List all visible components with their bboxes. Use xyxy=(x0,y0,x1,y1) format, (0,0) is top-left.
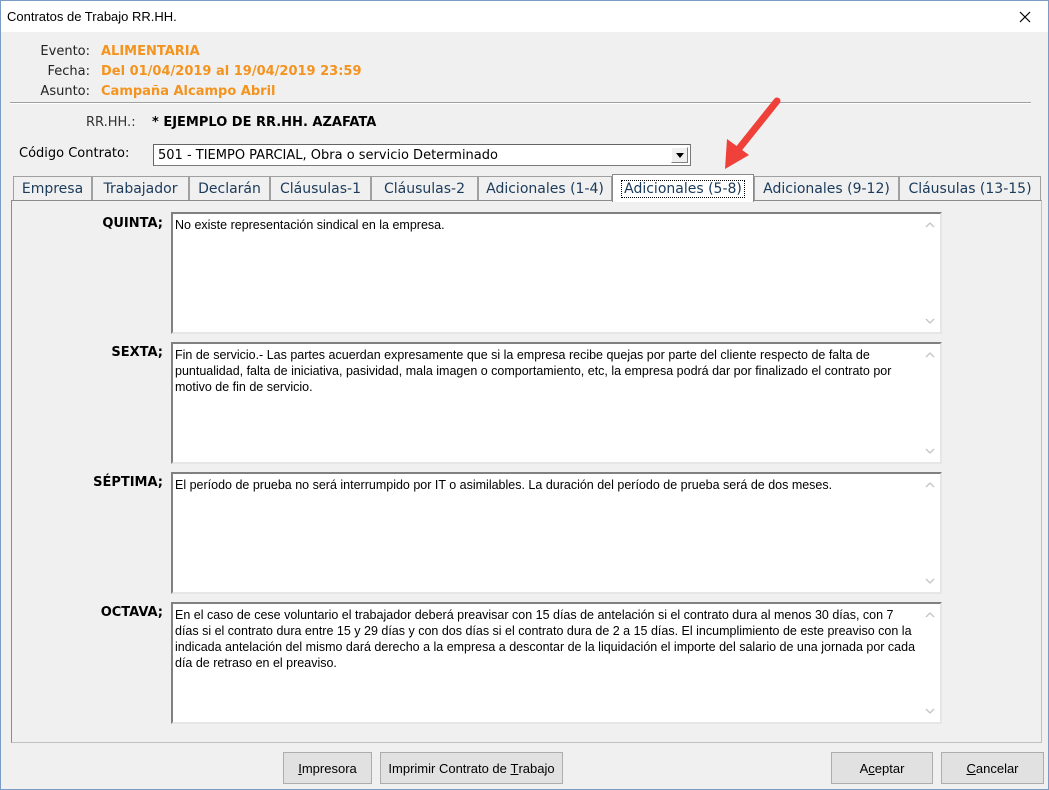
evento-value: ALIMENTARIA xyxy=(101,44,200,59)
tab-clausulas-13-15[interactable]: Cláusulas (13-15) xyxy=(899,176,1041,201)
cancelar-button[interactable]: Cancelar xyxy=(941,752,1044,784)
quinta-label: QUINTA; xyxy=(102,216,163,231)
tab-label: Cláusulas (13-15) xyxy=(908,181,1032,197)
scroll-down-icon[interactable] xyxy=(924,446,936,456)
octava-label: OCTAVA; xyxy=(100,605,163,620)
quinta-textarea[interactable]: No existe representación sindical en la … xyxy=(171,212,942,334)
sexta-textarea[interactable]: Fin de servicio.- Las partes acuerdan ex… xyxy=(171,342,942,464)
button-label-pre: A xyxy=(859,760,869,776)
codigo-contrato-label: Código Contrato: xyxy=(19,146,130,161)
imprimir-contrato-button[interactable]: Imprimir Contrato de Trabajo xyxy=(380,752,563,784)
vertical-scrollbar[interactable] xyxy=(921,344,940,462)
quinta-text: No existe representación sindical en la … xyxy=(175,218,445,232)
dropdown-button[interactable] xyxy=(671,147,688,163)
codigo-contrato-select[interactable]: 501 - TIEMPO PARCIAL, Obra o servicio De… xyxy=(153,144,691,166)
septima-textarea[interactable]: El período de prueba no será interrumpid… xyxy=(171,472,942,594)
tab-adicionales-5-8[interactable]: Adicionales (5-8) xyxy=(612,174,754,202)
tab-clausulas-2[interactable]: Cláusulas-2 xyxy=(371,176,478,201)
chevron-down-icon xyxy=(675,152,684,158)
tab-label: Cláusulas-2 xyxy=(383,181,465,197)
button-label-post: mpresora xyxy=(301,760,357,776)
button-label-post: rabajo xyxy=(518,760,555,776)
aceptar-button[interactable]: Ac eptar xyxy=(831,752,933,784)
close-icon xyxy=(1019,11,1031,22)
vertical-scrollbar[interactable] xyxy=(921,214,940,332)
tab-clausulas-1[interactable]: Cláusulas-1 xyxy=(270,176,371,201)
window-title: Contratos de Trabajo RR.HH. xyxy=(7,9,177,24)
close-button[interactable] xyxy=(1002,1,1048,32)
tab-trabajador[interactable]: Trabajador xyxy=(92,176,189,201)
septima-text: El período de prueba no será interrumpid… xyxy=(175,478,833,492)
tab-adicionales-9-12[interactable]: Adicionales (9-12) xyxy=(754,176,899,201)
tab-label: Adicionales (5-8) xyxy=(621,179,745,198)
button-label-pre: Imprimir Contrato de xyxy=(388,760,511,776)
tab-label: Adicionales (9-12) xyxy=(763,181,890,197)
vertical-scrollbar[interactable] xyxy=(921,474,940,592)
scroll-up-icon[interactable] xyxy=(924,220,936,230)
button-label-post: ancelar xyxy=(975,760,1019,776)
codigo-contrato-value: 501 - TIEMPO PARCIAL, Obra o servicio De… xyxy=(158,148,498,163)
vertical-scrollbar[interactable] xyxy=(921,604,940,722)
tab-label: Declarán xyxy=(198,181,261,197)
impresora-button[interactable]: Impresora xyxy=(283,752,372,784)
rrhh-label: RR.HH.: xyxy=(86,115,136,130)
evento-label: Evento: xyxy=(40,44,90,59)
rrhh-value: * EJEMPLO DE RR.HH. AZAFATA xyxy=(152,115,377,130)
sexta-text: Fin de servicio.- Las partes acuerdan ex… xyxy=(175,348,892,394)
tab-label: Empresa xyxy=(21,181,84,197)
tab-label: Trabajador xyxy=(103,181,178,197)
button-label-post: eptar xyxy=(874,760,905,776)
scroll-down-icon[interactable] xyxy=(924,316,936,326)
tab-label: Adicionales (1-4) xyxy=(486,181,604,197)
tab-label: Cláusulas-1 xyxy=(279,181,361,197)
scroll-up-icon[interactable] xyxy=(924,350,936,360)
scroll-up-icon[interactable] xyxy=(924,480,936,490)
scroll-up-icon[interactable] xyxy=(924,610,936,620)
octava-text: En el caso de cese voluntario el trabaja… xyxy=(175,608,916,670)
scroll-down-icon[interactable] xyxy=(924,576,936,586)
tab-declaran[interactable]: Declarán xyxy=(189,176,270,201)
septima-label: SÉPTIMA; xyxy=(93,475,163,490)
button-label-hotkey: C xyxy=(966,760,976,776)
scroll-down-icon[interactable] xyxy=(924,706,936,716)
button-label-hotkey: T xyxy=(510,760,519,776)
fecha-value: Del 01/04/2019 al 19/04/2019 23:59 xyxy=(101,64,362,79)
header-separator xyxy=(10,102,1031,104)
fecha-label: Fecha: xyxy=(47,64,91,79)
tab-empresa[interactable]: Empresa xyxy=(13,176,92,201)
tab-adicionales-1-4[interactable]: Adicionales (1-4) xyxy=(478,176,612,201)
title-bar[interactable]: Contratos de Trabajo RR.HH. xyxy=(1,1,1048,32)
annotation-arrow-icon xyxy=(725,97,781,169)
asunto-value: Campaña Alcampo Abril xyxy=(101,84,276,99)
octava-textarea[interactable]: En el caso de cese voluntario el trabaja… xyxy=(171,602,942,724)
sexta-label: SEXTA; xyxy=(111,345,163,360)
asunto-label: Asunto: xyxy=(40,84,90,99)
